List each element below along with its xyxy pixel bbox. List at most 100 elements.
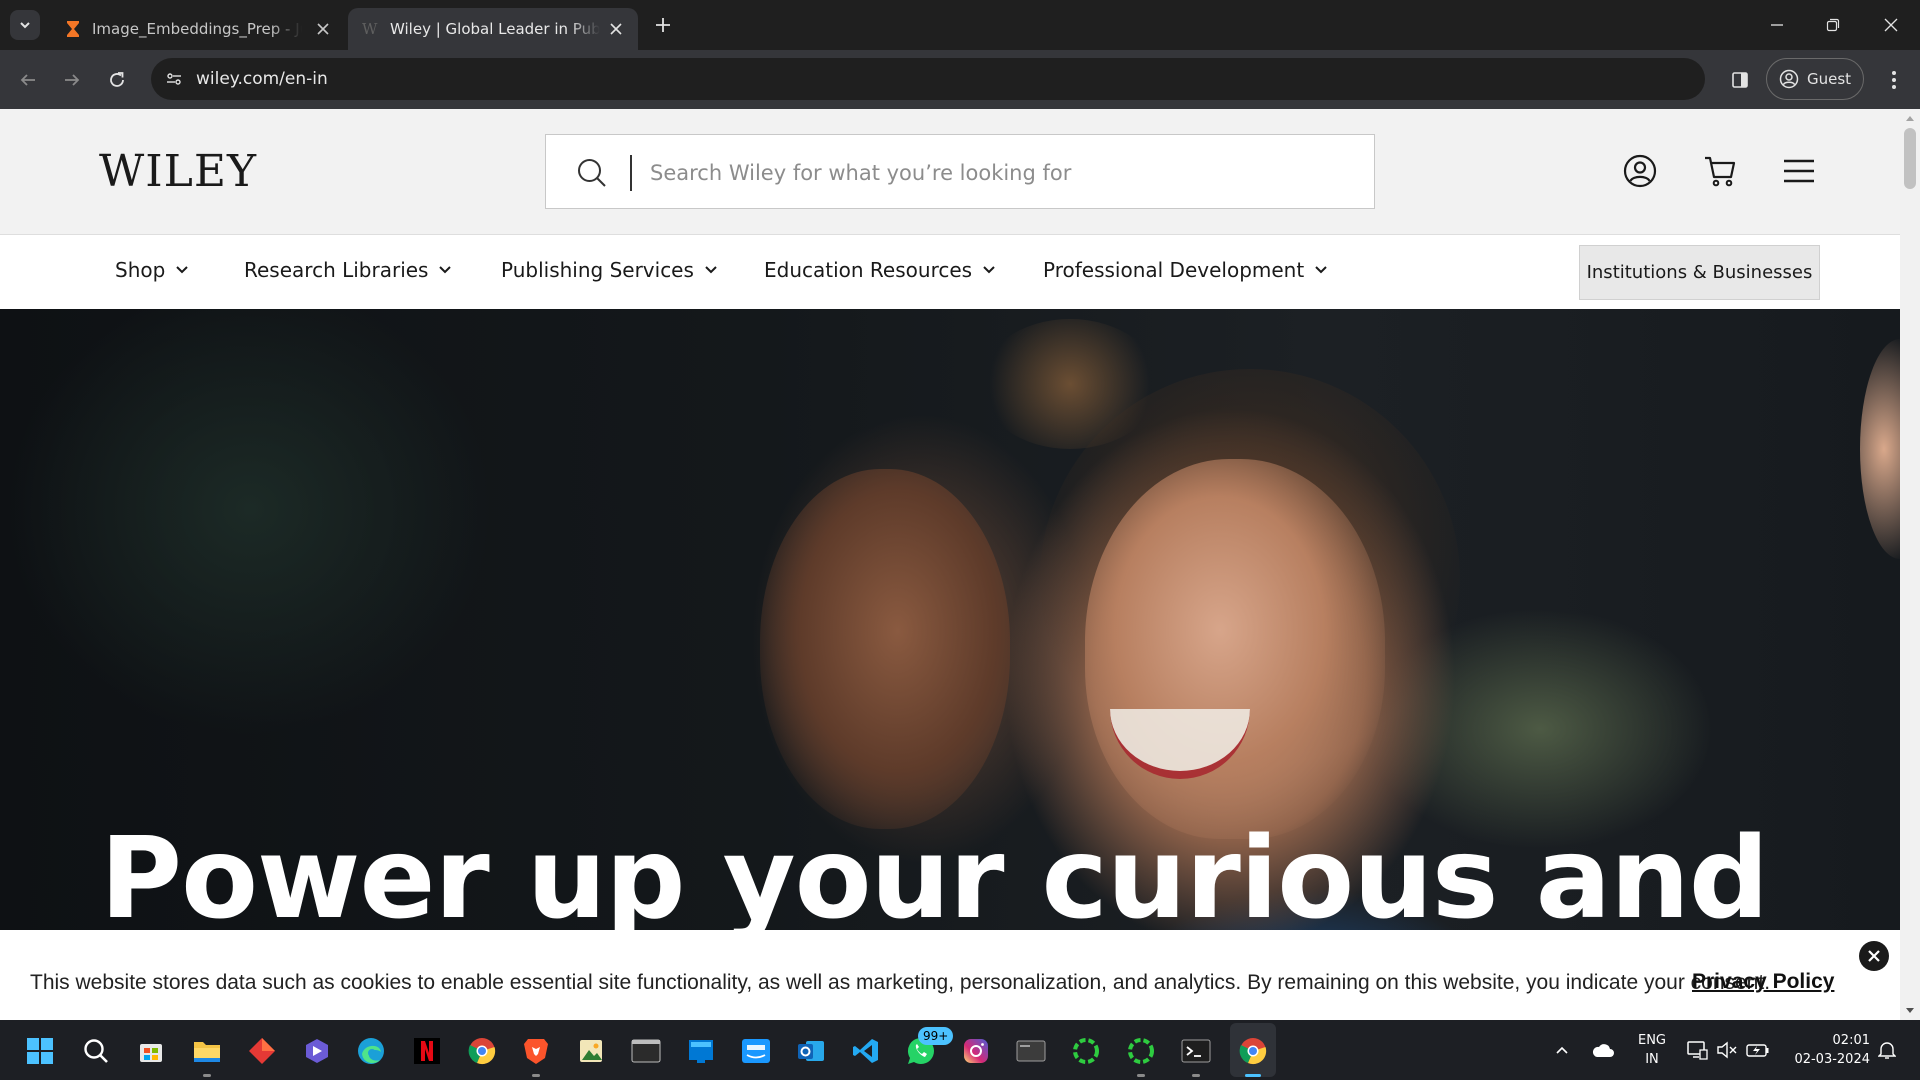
network-tray[interactable] — [1684, 1038, 1710, 1062]
battery-tray[interactable] — [1744, 1038, 1772, 1062]
close-icon — [317, 23, 329, 35]
search-icon[interactable] — [576, 157, 608, 189]
language-code: ENG — [1637, 1033, 1666, 1048]
url-text: wiley.com/en-in — [196, 69, 328, 89]
scroll-up-arrow[interactable] — [1904, 112, 1916, 124]
close-window-button[interactable] — [1878, 12, 1904, 38]
taskbar-prime-video[interactable] — [739, 1034, 773, 1068]
taskbar-app-red[interactable] — [245, 1034, 279, 1068]
terminal-window-icon — [631, 1039, 661, 1063]
chevron-down-icon — [20, 22, 30, 29]
outlook-icon — [798, 1041, 824, 1061]
forward-button[interactable] — [58, 66, 86, 94]
taskbar-app-purple[interactable] — [300, 1034, 334, 1068]
tab-jupyter[interactable]: Image_Embeddings_Prep - Jupyter — [50, 8, 345, 50]
taskbar-search-button[interactable] — [79, 1034, 113, 1068]
network-icon — [1687, 1041, 1708, 1060]
taskbar-file-explorer[interactable] — [190, 1034, 224, 1077]
tab-wiley[interactable]: W Wiley | Global Leader in Publishing — [348, 8, 638, 50]
notifications-button[interactable] — [1875, 1038, 1899, 1062]
taskbar-app-store[interactable] — [134, 1034, 168, 1068]
taskbar-netflix[interactable] — [410, 1034, 444, 1068]
address-bar[interactable]: wiley.com/en-in — [151, 58, 1705, 100]
jupyter-hourglass-icon — [67, 21, 79, 37]
green-ring-icon — [1073, 1038, 1099, 1064]
bell-icon — [1878, 1042, 1896, 1059]
menu-button[interactable] — [1781, 153, 1817, 189]
taskbar-chrome[interactable] — [465, 1034, 499, 1068]
onedrive-tray[interactable] — [1589, 1038, 1617, 1062]
taskbar-green-ring-app-2[interactable] — [1124, 1034, 1158, 1077]
nav-item-publishing-services[interactable]: Publishing Services — [501, 258, 718, 282]
institutions-businesses-button[interactable]: Institutions & Businesses — [1579, 245, 1820, 300]
new-tab-button[interactable] — [650, 12, 676, 38]
edge-browser-icon — [358, 1038, 384, 1064]
nav-item-label: Shop — [115, 258, 166, 282]
taskbar-chrome-active[interactable] — [1236, 1034, 1270, 1077]
volume-tray[interactable] — [1714, 1038, 1740, 1062]
shopping-cart-icon — [1705, 156, 1736, 187]
nav-item-shop[interactable]: Shop — [115, 258, 189, 282]
site-info-button[interactable] — [161, 66, 187, 92]
search-input[interactable] — [650, 153, 1350, 193]
wiley-logo[interactable]: WILEY — [99, 146, 257, 197]
close-tab-button[interactable] — [606, 19, 626, 39]
close-icon — [610, 23, 622, 35]
language-indicator[interactable]: ENG IN — [1632, 1031, 1672, 1069]
nav-item-professional-development[interactable]: Professional Development — [1043, 258, 1328, 282]
browser-menu-button[interactable] — [1882, 66, 1906, 94]
blue-window-icon — [689, 1040, 713, 1063]
clock-date: 02-03-2024 — [1794, 1052, 1870, 1067]
running-indicator — [203, 1074, 211, 1077]
back-button[interactable] — [14, 66, 42, 94]
scroll-thumb[interactable] — [1904, 128, 1916, 189]
running-indicator — [1137, 1074, 1145, 1077]
page-scrollbar[interactable] — [1900, 109, 1920, 1020]
privacy-policy-link[interactable]: Privacy Policy — [1692, 970, 1834, 994]
restore-button[interactable] — [1820, 12, 1846, 38]
taskbar-windows-app[interactable] — [684, 1034, 718, 1068]
taskbar-edge[interactable] — [354, 1034, 388, 1068]
tab-search-button[interactable] — [10, 10, 40, 40]
arrow-left-icon — [20, 74, 35, 86]
taskbar-green-ring-app[interactable] — [1069, 1034, 1103, 1068]
cookie-close-button[interactable] — [1859, 941, 1889, 971]
reload-button[interactable] — [103, 66, 131, 94]
profile-label: Guest — [1807, 70, 1852, 88]
taskbar-app-window[interactable] — [1014, 1034, 1048, 1068]
show-hidden-icons-button[interactable] — [1552, 1038, 1572, 1062]
nav-item-research-libraries[interactable]: Research Libraries — [244, 258, 452, 282]
nav-item-label: Research Libraries — [244, 258, 429, 282]
site-search[interactable] — [545, 134, 1375, 209]
taskbar-clock[interactable]: 02:01 02-03-2024 — [1776, 1031, 1870, 1069]
minimize-button[interactable] — [1764, 12, 1790, 38]
taskbar-terminal-window[interactable] — [629, 1034, 663, 1068]
taskbar-image-viewer[interactable] — [574, 1034, 608, 1068]
taskbar-command-prompt[interactable] — [1179, 1034, 1213, 1077]
close-tab-button[interactable] — [313, 19, 333, 39]
cart-button[interactable] — [1702, 153, 1738, 189]
nav-item-label: Publishing Services — [501, 258, 694, 282]
red-diamond-app-icon — [249, 1038, 275, 1064]
scroll-down-arrow[interactable] — [1904, 1005, 1916, 1017]
hero-headline: Power up your curious and — [100, 814, 1769, 944]
taskbar-instagram[interactable] — [959, 1034, 993, 1068]
account-circle-icon — [1623, 154, 1657, 188]
restore-icon — [1826, 18, 1840, 32]
hero-banner: Power up your curious and — [0, 309, 1900, 1020]
taskbar-brave[interactable] — [519, 1034, 553, 1077]
clock-time: 02:01 — [1832, 1033, 1870, 1048]
text-cursor — [630, 155, 632, 191]
taskbar-outlook[interactable] — [794, 1034, 828, 1068]
account-button[interactable] — [1622, 153, 1658, 189]
side-panel-button[interactable] — [1726, 66, 1754, 94]
nav-item-education-resources[interactable]: Education Resources — [764, 258, 996, 282]
start-button[interactable] — [23, 1034, 57, 1068]
hamburger-menu-icon — [1784, 159, 1814, 183]
search-icon — [84, 1039, 108, 1063]
taskbar-vscode[interactable] — [849, 1034, 883, 1068]
profile-button[interactable]: Guest — [1766, 58, 1864, 100]
folder-icon — [194, 1042, 220, 1062]
brave-lion-icon — [524, 1039, 548, 1064]
hero-photo-person-right — [1085, 459, 1385, 839]
